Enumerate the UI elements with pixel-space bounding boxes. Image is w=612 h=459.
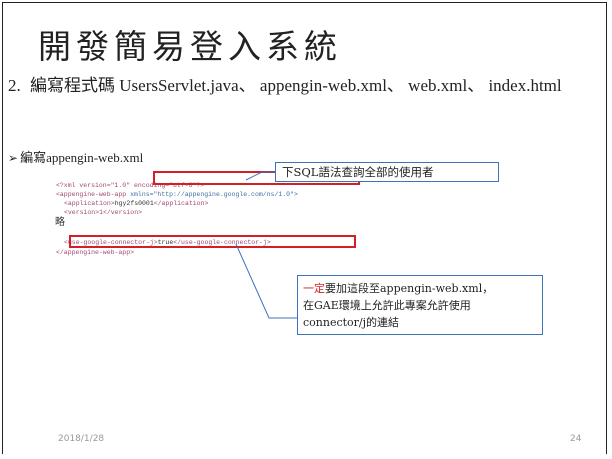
code-screenshot: <?xml version="1.0" encoding="utf-8"?> <… xyxy=(48,178,388,266)
code-line: </appengine-web-app> xyxy=(56,249,135,256)
bullet-text: 編寫appengin-web.xml xyxy=(20,150,144,165)
highlight-connector xyxy=(69,235,356,248)
callout-connector-note: 一定要加這段至appengin-web.xml， 在GAE環境上允許此專案允許使… xyxy=(297,275,543,335)
callout-line: connector/j的連結 xyxy=(303,316,400,329)
page-number: 24 xyxy=(570,434,582,444)
item-number: 2. xyxy=(8,76,21,95)
code-line: <appengine-web-app xmlns="http://appengi… xyxy=(56,191,298,198)
arrow-bullet-icon: ➢ xyxy=(8,151,19,165)
code-line: <application>hgy2fs0001</application> xyxy=(64,200,209,207)
callout-line: 在GAE環境上允許此專案允許使用 xyxy=(303,299,471,312)
slide-title: 開發簡易登入系統 xyxy=(38,27,342,66)
omitted-marker: 略 xyxy=(55,217,65,228)
bullet-item: ➢ 編寫appengin-web.xml xyxy=(8,150,143,166)
callout-sql: 下SQL語法查詢全部的使用者 xyxy=(275,162,499,182)
callout-line: 一定要加這段至appengin-web.xml， xyxy=(303,282,494,295)
item-text: 編寫程式碼 UsersServlet.java、 appengin-web.xm… xyxy=(30,76,562,95)
code-line: <version>1</version> xyxy=(64,209,143,216)
footer-date: 2018/1/28 xyxy=(58,434,105,444)
slide: 開發簡易登入系統 2. 編寫程式碼 UsersServlet.java、 app… xyxy=(0,0,612,459)
